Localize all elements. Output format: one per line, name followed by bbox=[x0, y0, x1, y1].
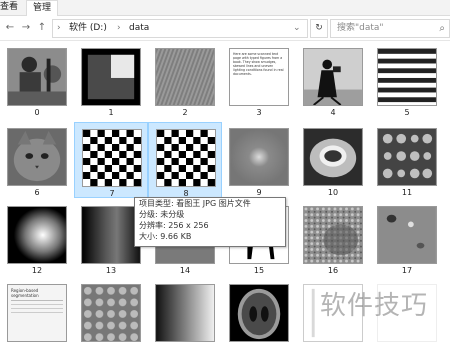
file-thumbnail bbox=[156, 129, 216, 187]
up-icon[interactable]: ↑ bbox=[36, 20, 48, 36]
file-item[interactable]: 1 bbox=[74, 42, 148, 118]
breadcrumb-drive[interactable]: 软件 (D:) bbox=[69, 20, 107, 37]
file-item[interactable] bbox=[74, 278, 148, 354]
file-thumbnail bbox=[229, 128, 289, 186]
search-icon[interactable]: ⌕ bbox=[439, 20, 445, 37]
document-text: Here are some scanned text page with typ… bbox=[233, 52, 284, 76]
file-thumbnail bbox=[377, 48, 437, 106]
file-name: 14 bbox=[179, 266, 191, 275]
file-thumbnail bbox=[81, 48, 141, 106]
file-name: 12 bbox=[31, 266, 43, 275]
tab-view[interactable]: 查看 bbox=[0, 0, 18, 15]
file-thumbnail bbox=[81, 284, 141, 342]
file-item[interactable]: 6 bbox=[0, 122, 74, 198]
tooltip-item-type: 项目类型: 看图王 JPG 图片文件 bbox=[139, 199, 251, 208]
file-name: 15 bbox=[253, 266, 265, 275]
chevron-right-icon[interactable]: › bbox=[117, 20, 121, 37]
file-thumbnail bbox=[303, 128, 363, 186]
file-item[interactable]: 10 bbox=[296, 122, 370, 198]
file-thumbnail bbox=[82, 129, 142, 187]
file-name: 10 bbox=[327, 188, 339, 197]
tooltip-rating: 分级: 未分级 bbox=[139, 210, 185, 219]
chevron-down-icon[interactable]: ⌄ bbox=[293, 20, 301, 37]
file-info-tooltip: 项目类型: 看图王 JPG 图片文件 分级: 未分级 分辨率: 256 x 25… bbox=[134, 197, 286, 247]
file-item[interactable]: 17 bbox=[370, 200, 444, 276]
file-name: 2 bbox=[182, 108, 188, 117]
tooltip-size: 大小: 9.66 KB bbox=[139, 232, 192, 241]
refresh-icon[interactable]: ↻ bbox=[310, 19, 328, 38]
file-name: 9 bbox=[256, 188, 262, 197]
file-thumbnail: Here are some scanned text page with typ… bbox=[229, 48, 289, 106]
file-thumbnail bbox=[7, 48, 67, 106]
file-thumbnail bbox=[81, 206, 141, 264]
tooltip-resolution: 分辨率: 256 x 256 bbox=[139, 221, 209, 230]
breadcrumb-folder[interactable]: data bbox=[129, 20, 149, 37]
file-name: 11 bbox=[401, 188, 413, 197]
file-item[interactable]: 0 bbox=[0, 42, 74, 118]
file-thumbnail bbox=[303, 48, 363, 106]
ribbon-bar: 查看 管理 bbox=[0, 0, 450, 16]
address-bar: ← → ↑ › 软件 (D:) › data ⌄ ↻ 搜索"data" ⌕ bbox=[0, 16, 450, 41]
file-item[interactable]: 16 bbox=[296, 200, 370, 276]
file-item[interactable]: Here are some scanned text page with typ… bbox=[222, 42, 296, 118]
document-title: Region-based segmentation bbox=[11, 288, 39, 298]
file-name: 13 bbox=[105, 266, 117, 275]
file-item[interactable]: 12 bbox=[0, 200, 74, 276]
file-item[interactable]: 9 bbox=[222, 122, 296, 198]
file-name: 5 bbox=[404, 108, 410, 117]
file-thumbnail bbox=[155, 284, 215, 342]
file-item[interactable]: Region-based segmentation bbox=[0, 278, 74, 354]
file-item[interactable]: 5 bbox=[370, 42, 444, 118]
file-thumbnail bbox=[7, 206, 67, 264]
file-thumbnail bbox=[377, 206, 437, 264]
file-thumbnail bbox=[7, 128, 67, 186]
file-name: 0 bbox=[34, 108, 40, 117]
file-item[interactable] bbox=[148, 278, 222, 354]
file-name: 1 bbox=[108, 108, 114, 117]
file-name: 16 bbox=[327, 266, 339, 275]
tab-manage[interactable]: 管理 bbox=[26, 0, 59, 16]
search-placeholder: 搜索"data" bbox=[337, 23, 384, 33]
file-item[interactable]: 2 bbox=[148, 42, 222, 118]
back-icon[interactable]: ← bbox=[4, 20, 16, 36]
file-name: 17 bbox=[401, 266, 413, 275]
file-thumbnail bbox=[377, 128, 437, 186]
file-name: 4 bbox=[330, 108, 336, 117]
file-name: 3 bbox=[256, 108, 262, 117]
search-input[interactable]: 搜索"data" ⌕ bbox=[330, 19, 450, 38]
file-item-selected[interactable]: 7 bbox=[74, 122, 148, 198]
watermark: 软件技巧 bbox=[320, 291, 429, 321]
file-item[interactable]: 4 bbox=[296, 42, 370, 118]
file-thumbnail bbox=[229, 284, 289, 342]
chevron-right-icon[interactable]: › bbox=[57, 20, 61, 37]
forward-icon[interactable]: → bbox=[20, 20, 32, 36]
file-name: 6 bbox=[34, 188, 40, 197]
file-thumbnail bbox=[303, 206, 363, 264]
file-thumbnail bbox=[155, 48, 215, 106]
file-item[interactable] bbox=[222, 278, 296, 354]
file-item[interactable]: 11 bbox=[370, 122, 444, 198]
file-item-selected[interactable]: 8 bbox=[148, 122, 222, 198]
file-thumbnail: Region-based segmentation bbox=[7, 284, 67, 342]
address-field[interactable]: › 软件 (D:) › data ⌄ bbox=[52, 19, 308, 38]
